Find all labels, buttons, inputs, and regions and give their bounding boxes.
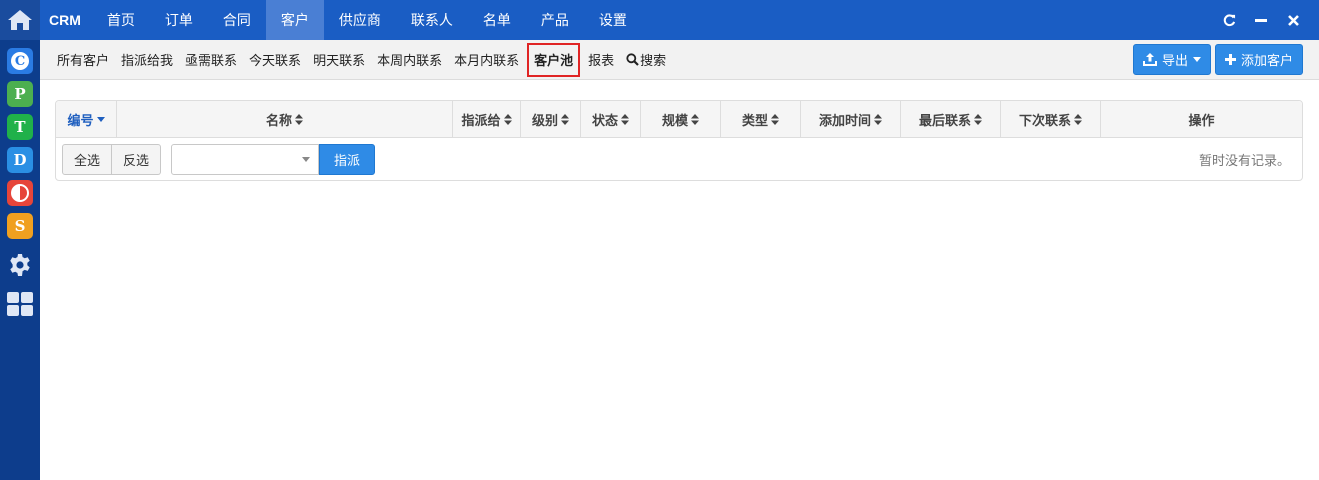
nav-contacts[interactable]: 联系人: [396, 0, 468, 40]
sort-icon: [561, 113, 569, 125]
sort-icon: [503, 113, 512, 125]
col-last-contact[interactable]: 最后联系: [901, 101, 1001, 137]
subnav-contact-this-month[interactable]: 本月内联系: [448, 47, 525, 73]
task-app-icon[interactable]: T: [7, 114, 33, 140]
close-icon[interactable]: [1277, 0, 1309, 40]
window-controls: [1213, 0, 1319, 40]
table-header: 编号 名称 指派给 级别 状态 规模 类型 添加时间 最后联系 下次联系 操作: [56, 101, 1302, 138]
col-name[interactable]: 名称: [117, 101, 453, 137]
home-icon: [8, 10, 32, 30]
sort-icon: [974, 113, 982, 125]
s-app-icon[interactable]: S: [7, 213, 33, 239]
nav-lists[interactable]: 名单: [468, 0, 526, 40]
sort-icon: [691, 113, 699, 125]
customer-subnav: 所有客户 指派给我 亟需联系 今天联系 明天联系 本周内联系 本月内联系 客户池…: [40, 40, 1319, 80]
subnav-customer-pool[interactable]: 客户池: [527, 42, 581, 77]
gear-icon[interactable]: [7, 252, 33, 278]
subnav-contact-this-week[interactable]: 本周内联系: [371, 47, 448, 73]
subnav-reports[interactable]: 报表: [582, 47, 620, 73]
brand-logo[interactable]: CRM: [40, 0, 92, 40]
subnav-assigned-to-me[interactable]: 指派给我: [115, 47, 179, 73]
add-customer-button[interactable]: 添加客户: [1214, 44, 1303, 75]
top-navbar: CRM 首页 订单 合同 客户 供应商 联系人 名单 产品 设置: [40, 0, 1319, 40]
search-label: 搜索: [640, 54, 667, 69]
col-added-time[interactable]: 添加时间: [801, 101, 901, 137]
sort-icon: [295, 113, 303, 125]
add-customer-label: 添加客户: [1240, 54, 1293, 69]
minimize-icon[interactable]: [1245, 0, 1277, 40]
nav-home[interactable]: 首页: [92, 0, 150, 40]
col-scale[interactable]: 规模: [641, 101, 721, 137]
select-all-button[interactable]: 全选: [62, 144, 113, 175]
col-level[interactable]: 级别: [521, 101, 581, 137]
empty-message: 暂时没有记录。: [1198, 154, 1290, 169]
export-button[interactable]: 导出: [1132, 44, 1211, 75]
nav-products[interactable]: 产品: [526, 0, 584, 40]
subnav-contact-tomorrow[interactable]: 明天联系: [307, 47, 371, 73]
invert-selection-button[interactable]: 反选: [112, 144, 162, 175]
sort-icon: [1074, 113, 1082, 125]
col-id[interactable]: 编号: [56, 101, 117, 137]
col-status[interactable]: 状态: [581, 101, 641, 137]
project-app-icon[interactable]: P: [7, 81, 33, 107]
chevron-down-icon: [302, 157, 311, 162]
subnav-urgent-contact[interactable]: 亟需联系: [179, 47, 243, 73]
doc-app-icon[interactable]: D: [7, 147, 33, 173]
nav-settings[interactable]: 设置: [584, 0, 642, 40]
col-actions: 操作: [1188, 113, 1215, 129]
customer-table: 编号 名称 指派给 级别 状态 规模 类型 添加时间 最后联系 下次联系 操作 …: [55, 100, 1303, 181]
plus-icon: [1224, 54, 1236, 65]
batch-toolbar: 全选 反选 指派 暂时没有记录。: [56, 138, 1302, 181]
refresh-icon[interactable]: [1213, 0, 1245, 40]
subnav-all-customers[interactable]: 所有客户: [51, 47, 115, 73]
col-type[interactable]: 类型: [721, 101, 801, 137]
grid-apps-icon[interactable]: [7, 291, 33, 317]
caret-down-icon: [1192, 57, 1201, 62]
upload-icon: [1142, 53, 1157, 66]
nav-suppliers[interactable]: 供应商: [324, 0, 396, 40]
home-button[interactable]: [0, 0, 40, 40]
app-sidebar: C P T D S: [0, 0, 40, 480]
sort-icon: [771, 113, 779, 125]
subnav-contact-today[interactable]: 今天联系: [243, 47, 307, 73]
crm-app-icon[interactable]: C: [7, 48, 33, 74]
sort-icon: [621, 113, 629, 125]
nav-contracts[interactable]: 合同: [208, 0, 266, 40]
sort-icon: [874, 113, 882, 125]
search-icon: [626, 53, 639, 66]
nav-customers[interactable]: 客户: [265, 0, 324, 40]
sort-desc-icon: [96, 116, 105, 122]
col-assigned-to[interactable]: 指派给: [453, 101, 521, 137]
export-label: 导出: [1161, 54, 1188, 69]
subnav-search[interactable]: 搜索: [620, 47, 672, 73]
nav-orders[interactable]: 订单: [150, 0, 208, 40]
col-next-contact[interactable]: 下次联系: [1001, 101, 1101, 137]
assign-user-select[interactable]: [171, 144, 320, 175]
assign-button[interactable]: 指派: [319, 144, 376, 175]
oa-app-icon[interactable]: [7, 180, 33, 206]
